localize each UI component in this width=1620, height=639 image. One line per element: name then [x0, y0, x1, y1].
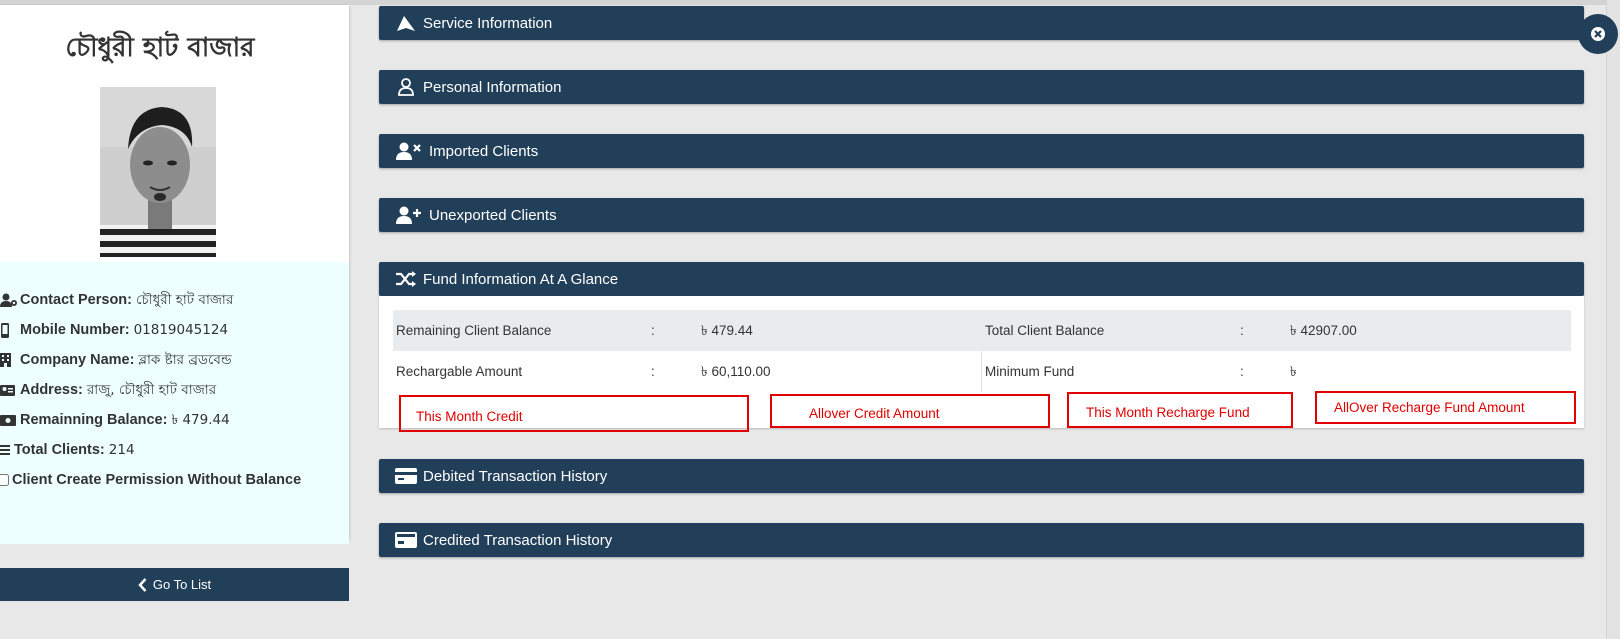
chevron-left-icon [138, 577, 147, 592]
fund-separator: : [651, 323, 655, 338]
fund-right-value: ৳ 42907.00 [1290, 323, 1357, 338]
address-value: রাজু, চৌধুরী হাট বাজার [86, 381, 217, 398]
panel-service-information[interactable]: Service Information [379, 6, 1584, 40]
user-cog-icon [0, 292, 18, 308]
panel-personal-label: Personal Information [423, 78, 562, 96]
building-icon [0, 352, 18, 368]
clients-label: Total Clients: [14, 442, 105, 458]
contact-person-label: Contact Person: [20, 292, 132, 308]
fund-separator: : [1240, 364, 1244, 379]
panel-credited-label: Credited Transaction History [423, 531, 613, 549]
annotation-label: This Month Credit [416, 409, 523, 424]
fund-left-value: ৳ 479.44 [701, 323, 753, 338]
fund-column-divider [981, 351, 982, 392]
fund-separator: : [651, 364, 655, 379]
annotation-allover-credit: Allover Credit Amount [770, 394, 1050, 428]
panel-fund-label: Fund Information At A Glance [423, 270, 619, 288]
clients-value: 214 [108, 442, 135, 458]
permission-row: Client Create Permission Without Balance [0, 469, 301, 491]
profile-photo [100, 87, 216, 257]
panel-service-label: Service Information [423, 14, 553, 32]
mobile-icon [0, 322, 18, 338]
fund-left-label: Remaining Client Balance [396, 323, 552, 338]
fund-right-label: Minimum Fund [985, 364, 1075, 379]
panel-debited-label: Debited Transaction History [423, 467, 608, 485]
company-row: Company Name: ব্লাক ষ্টার ব্রডবেন্ড [0, 349, 232, 371]
clients-row: Total Clients: 214 [0, 439, 135, 461]
panel-unexported-label: Unexported Clients [429, 206, 557, 224]
panel-personal-information[interactable]: Personal Information [379, 70, 1584, 104]
fund-separator: : [1240, 323, 1244, 338]
fund-right-label: Total Client Balance [985, 323, 1105, 338]
user-times-icon [395, 141, 423, 161]
annotation-this-month-credit: This Month Credit [399, 395, 749, 432]
fund-right-value: ৳ [1290, 364, 1297, 379]
company-label: Company Name: [20, 352, 135, 368]
go-to-list-button[interactable]: Go To List [0, 568, 349, 601]
panel-debited-transaction-history[interactable]: Debited Transaction History [379, 459, 1584, 493]
balance-label: Remainning Balance: [20, 412, 168, 428]
fund-left-label: Rechargable Amount [396, 364, 523, 379]
go-to-list-label: Go To List [152, 577, 212, 592]
mobile-label: Mobile Number: [20, 322, 130, 338]
permission-checkbox[interactable] [0, 474, 9, 486]
credit-card-icon [395, 466, 417, 486]
list-icon [0, 442, 12, 458]
panel-credited-transaction-history[interactable]: Credited Transaction History [379, 523, 1584, 557]
address-card-icon [0, 382, 18, 398]
annotation-label: AllOver Recharge Fund Amount [1334, 400, 1525, 415]
money-bill-icon [0, 412, 18, 428]
balance-row: Remainning Balance: ৳ 479.44 [0, 409, 230, 431]
profile-card: চৌধুরী হাট বাজার Contact Person: চৌধুরী … [0, 5, 349, 544]
mobile-value: 01819045124 [133, 322, 229, 338]
balance-value: ৳ 479.44 [171, 411, 230, 428]
fund-row: Rechargable Amount : ৳ 60,110.00 Minimum… [393, 351, 1571, 392]
credit-card-icon [395, 530, 417, 550]
annotation-label: Allover Credit Amount [809, 405, 940, 421]
user-icon [395, 77, 417, 97]
user-plus-icon [395, 205, 423, 225]
address-row: Address: রাজু, চৌধুরী হাট বাজার [0, 379, 216, 401]
contact-person-value: চৌধুরী হাট বাজার [136, 291, 234, 308]
random-shuffle-icon [395, 269, 417, 289]
panel-fund-information[interactable]: Fund Information At A Glance [379, 262, 1584, 296]
contact-person-row: Contact Person: চৌধুরী হাট বাজার [0, 289, 233, 311]
profile-info: Contact Person: চৌধুরী হাট বাজার Mobile … [0, 262, 349, 544]
close-icon[interactable] [1578, 14, 1618, 54]
annotation-label: This Month Recharge Fund [1086, 404, 1250, 420]
mobile-row: Mobile Number: 01819045124 [0, 319, 228, 341]
scrollbar[interactable] [1606, 0, 1620, 639]
permission-label: Client Create Permission Without Balance [12, 472, 302, 488]
profile-title: চৌধুরী হাট বাজার [65, 33, 255, 63]
panel-imported-clients[interactable]: Imported Clients [379, 134, 1584, 168]
fund-left-value: ৳ 60,110.00 [701, 364, 771, 379]
panel-imported-label: Imported Clients [429, 142, 539, 160]
panel-unexported-clients[interactable]: Unexported Clients [379, 198, 1584, 232]
annotation-allover-recharge: AllOver Recharge Fund Amount [1315, 391, 1576, 424]
company-value: ব্লাক ষ্টার ব্রডবেন্ড [138, 351, 232, 368]
address-label: Address: [20, 382, 83, 398]
paper-plane-icon [395, 13, 417, 33]
fund-row: Remaining Client Balance : ৳ 479.44 Tota… [393, 310, 1571, 351]
annotation-this-month-recharge: This Month Recharge Fund [1067, 392, 1293, 428]
